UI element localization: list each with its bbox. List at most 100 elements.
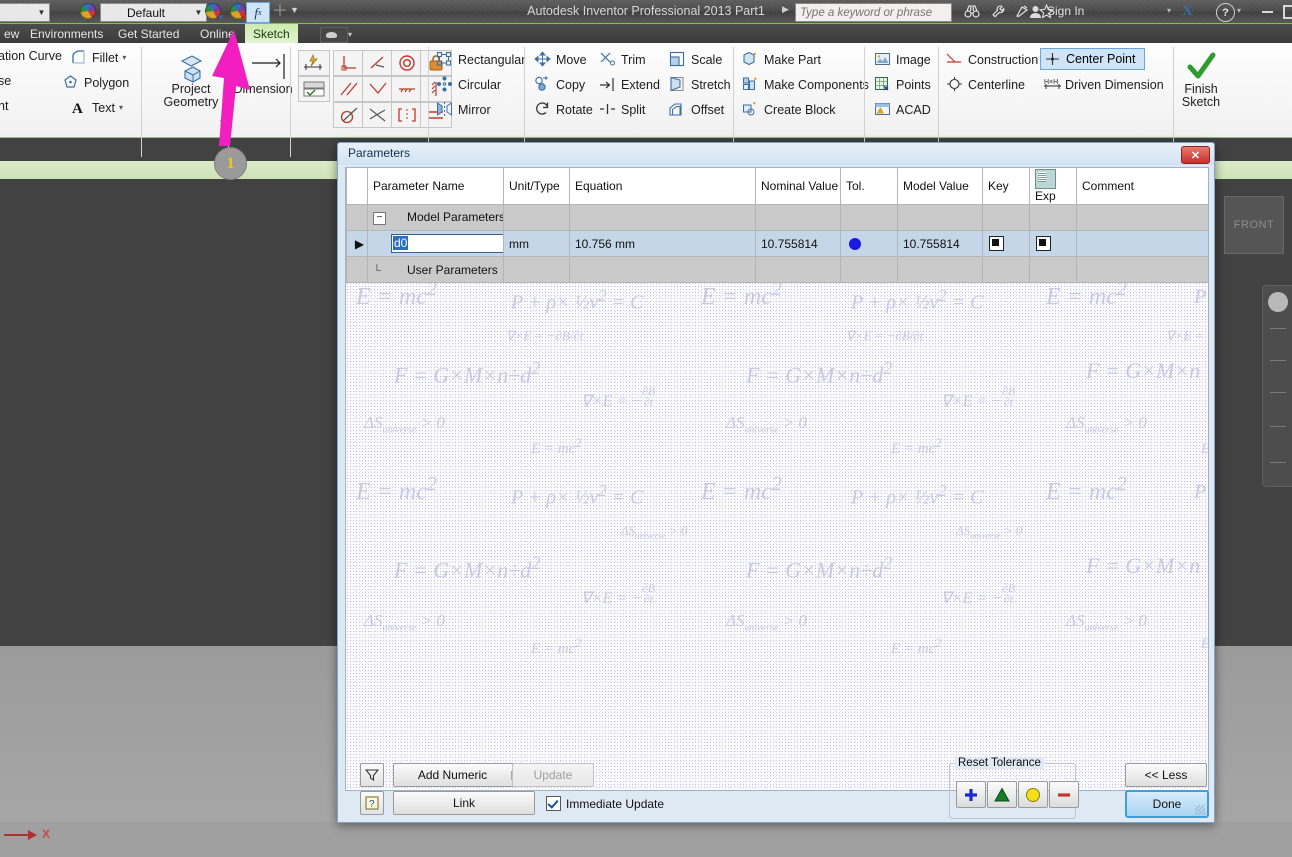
ribbon-btn-circular-pattern[interactable]: Circular xyxy=(436,76,501,93)
nav-zoom-icon[interactable] xyxy=(1270,360,1286,361)
ribbon-btn-stretch[interactable]: Stretch xyxy=(669,76,731,93)
resize-grip[interactable] xyxy=(1195,805,1205,815)
cell-parameter-name[interactable]: └ User Parameters xyxy=(367,256,504,283)
column-key[interactable]: Key xyxy=(982,168,1030,205)
ribbon-btn-image[interactable]: Image xyxy=(874,51,931,68)
cell-unit-type[interactable] xyxy=(503,204,570,231)
sign-in-button[interactable]: Sign In xyxy=(1047,4,1084,18)
column-equation[interactable]: Equation xyxy=(569,168,756,205)
collinear-constraint-icon[interactable] xyxy=(362,102,394,128)
cell-equation[interactable] xyxy=(569,256,756,283)
ribbon-btn-acad[interactable]: ACAD xyxy=(874,101,931,118)
ribbon-btn-move[interactable]: Move xyxy=(534,51,587,68)
parameter-name-input[interactable]: d0 xyxy=(391,234,503,253)
ribbon-btn-rectangular-pattern[interactable]: Rectangular xyxy=(436,51,525,68)
column-unit-type[interactable]: Unit/Type xyxy=(503,168,570,205)
column-comment[interactable]: Comment xyxy=(1076,168,1208,205)
minus-icon[interactable] xyxy=(1049,781,1079,808)
cell-comment[interactable] xyxy=(1076,256,1208,283)
concentric-constraint-icon[interactable] xyxy=(391,50,423,76)
row-selector[interactable] xyxy=(346,204,368,231)
chevron-down-icon[interactable]: ▾ xyxy=(119,103,123,112)
column-nominal-value[interactable]: Nominal Value xyxy=(755,168,841,205)
key-checkbox[interactable] xyxy=(989,236,1004,252)
column-tol[interactable]: Tol. xyxy=(840,168,898,205)
less-button[interactable]: << Less xyxy=(1125,763,1207,787)
cell-comment[interactable] xyxy=(1076,204,1208,231)
chevron-down-icon[interactable]: ▾ xyxy=(1237,6,1241,15)
ribbon-btn-finish-sketch[interactable]: Finish Sketch xyxy=(1177,51,1225,109)
table-row[interactable]: └ User Parameters xyxy=(346,256,1208,283)
coincident-constraint-icon[interactable] xyxy=(333,102,365,128)
auto-dimension-icon[interactable] xyxy=(298,50,330,76)
cell-parameter-name[interactable]: d0 xyxy=(367,230,504,257)
ribbon-btn-split[interactable]: Split xyxy=(599,101,645,118)
table-row[interactable]: − Model Parameters xyxy=(346,204,1208,231)
appearance-combo[interactable]: Default ▼ xyxy=(100,3,207,22)
ribbon-btn-trim[interactable]: Trim xyxy=(599,51,646,68)
parameters-table[interactable]: Parameter Name Unit/Type Equation Nomina… xyxy=(346,168,1208,283)
column-parameter-name[interactable]: Parameter Name xyxy=(367,168,504,205)
row-selector[interactable] xyxy=(346,256,368,283)
column-export[interactable]: Exp xyxy=(1029,168,1077,205)
ribbon-btn-ellipse[interactable]: se xyxy=(0,74,11,88)
ribbon-btn-driven-dimension[interactable]: H×H Driven Dimension xyxy=(1043,76,1164,93)
ribbon-btn-make-components[interactable]: Make Components xyxy=(742,76,869,93)
minimize-button[interactable] xyxy=(1262,11,1273,13)
chevron-down-icon[interactable]: ▼ xyxy=(34,8,49,17)
parallel2-constraint-icon[interactable] xyxy=(333,76,365,102)
ribbon-btn-equation-curve[interactable]: ation Curve xyxy=(0,49,62,63)
ribbon-btn-create-block[interactable]: Create Block xyxy=(742,101,836,118)
parallel-constraint-icon[interactable] xyxy=(362,50,394,76)
nav-more-icon[interactable] xyxy=(1270,462,1286,463)
cell-unit-type[interactable] xyxy=(503,256,570,283)
parameters-dialog[interactable]: Parameters ✕ F = G×M×n÷d2 F = G×M×n÷d2 F… xyxy=(337,142,1215,823)
parameters-fx-button[interactable]: fx xyxy=(246,2,270,23)
ribbon-btn-offset[interactable]: Offset xyxy=(669,101,724,118)
quick-access-more-icon[interactable]: ▼ xyxy=(290,5,299,15)
ribbon-btn-text[interactable]: A Text ▾ xyxy=(70,99,123,118)
help-icon[interactable]: ? xyxy=(1216,3,1235,22)
tangent-constraint-icon[interactable] xyxy=(362,76,394,102)
close-icon[interactable]: ✕ xyxy=(1181,146,1210,164)
dialog-title-bar[interactable]: Parameters ✕ xyxy=(338,143,1214,165)
ribbon-btn-center-point[interactable]: Center Point xyxy=(1040,48,1145,70)
ribbon-btn-make-part[interactable]: Make Part xyxy=(742,51,821,68)
user-avatar-icon[interactable] xyxy=(1026,3,1044,20)
appearance-sphere-icon[interactable]: ▾ xyxy=(203,2,224,22)
tree-expander[interactable]: − xyxy=(373,211,407,225)
plus-icon[interactable] xyxy=(956,781,986,808)
ribbon-btn-rotate[interactable]: Rotate xyxy=(534,101,593,118)
immediate-update-checkbox-row[interactable]: Immediate Update xyxy=(546,796,664,811)
search-input-wrap[interactable] xyxy=(795,3,952,22)
cell-parameter-name[interactable]: − Model Parameters xyxy=(367,204,504,231)
chevron-down-icon[interactable]: ▾ xyxy=(348,30,352,39)
ribbon-btn-copy[interactable]: Copy xyxy=(534,76,585,93)
table-row[interactable]: ▶ d0 mm 10.756 mm 10.755814 10.755814 xyxy=(346,230,1208,257)
horizontal-constraint-icon[interactable] xyxy=(391,76,423,102)
autodesk-exchange-icon[interactable]: X xyxy=(1182,3,1193,20)
export-checkbox[interactable] xyxy=(1036,236,1051,252)
filter-funnel-icon[interactable] xyxy=(360,763,384,787)
cell-tol[interactable] xyxy=(840,230,898,257)
ribbon-btn-point[interactable]: nt xyxy=(0,99,8,113)
maximize-button[interactable] xyxy=(1283,5,1292,19)
ribbon-btn-extend[interactable]: Extend xyxy=(599,76,660,93)
constraint-settings-icon[interactable] xyxy=(298,76,330,102)
cell-comment[interactable] xyxy=(1076,230,1208,257)
material-combo[interactable]: terial ▼ xyxy=(0,3,50,22)
steering-wheel-icon[interactable] xyxy=(1268,292,1288,312)
wrench-icon[interactable] xyxy=(989,3,1007,20)
ribbon-btn-fillet[interactable]: Fillet ▾ xyxy=(70,49,126,66)
ribbon-btn-scale[interactable]: Scale xyxy=(669,51,722,68)
viewcube[interactable]: FRONT xyxy=(1224,196,1284,254)
ribbon-btn-points[interactable]: Points xyxy=(874,76,931,93)
help-question-icon[interactable]: ? xyxy=(360,791,384,815)
cell-equation[interactable]: 10.756 mm xyxy=(569,230,756,257)
nav-look-icon[interactable] xyxy=(1270,426,1286,427)
ribbon-btn-polygon[interactable]: Polygon xyxy=(62,74,129,91)
material-sphere-icon[interactable] xyxy=(78,2,99,21)
ribbon-btn-mirror[interactable]: Mirror xyxy=(436,101,491,118)
perpendicular-constraint-icon[interactable] xyxy=(333,50,365,76)
cell-unit-type[interactable]: mm xyxy=(503,230,570,257)
